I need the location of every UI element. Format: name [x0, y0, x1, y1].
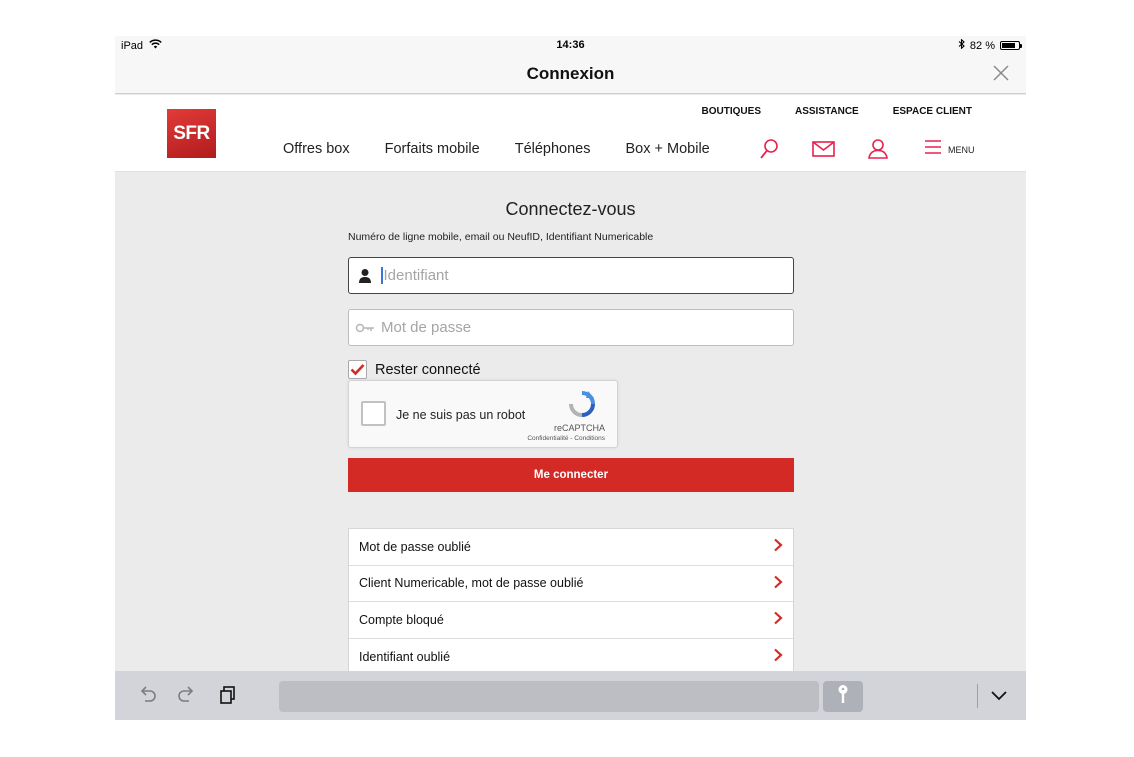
recaptcha-legal[interactable]: Confidentialité - Conditions	[527, 435, 605, 442]
remember-checkbox[interactable]	[348, 360, 367, 379]
recaptcha-logo-icon	[567, 389, 597, 419]
battery-level	[1002, 43, 1016, 48]
password-field[interactable]: Mot de passe	[348, 309, 794, 346]
link-forgot-identifier[interactable]: Identifiant oublié	[349, 639, 793, 676]
link-numericable-password[interactable]: Client Numericable, mot de passe oublié	[349, 566, 793, 602]
nav-box-mobile[interactable]: Box + Mobile	[626, 141, 710, 157]
person-icon	[349, 268, 381, 284]
help-links: Mot de passe oublié Client Numericable, …	[348, 528, 794, 676]
recaptcha-widget: Je ne suis pas un robot reCAPTCHA Confid…	[348, 380, 618, 448]
link-boutiques[interactable]: BOUTIQUES	[702, 106, 761, 117]
chevron-right-icon	[773, 575, 783, 592]
recaptcha-label: Je ne suis pas un robot	[396, 408, 526, 422]
search-icon[interactable]	[757, 137, 781, 161]
title-bar: Connexion	[115, 56, 1026, 94]
chevron-right-icon	[773, 538, 783, 555]
sfr-logo[interactable]: SFR	[167, 109, 216, 158]
list-item-label: Client Numericable, mot de passe oublié	[359, 576, 584, 591]
battery-icon	[1000, 41, 1022, 50]
text-caret	[381, 267, 383, 284]
remember-me[interactable]: Rester connecté	[348, 360, 481, 379]
user-icon[interactable]	[866, 137, 890, 161]
nav-telephones[interactable]: Téléphones	[515, 141, 591, 157]
nav-offres-box[interactable]: Offres box	[283, 141, 350, 157]
login-hint: Numéro de ligne mobile, email ou NeufID,…	[348, 231, 654, 243]
bluetooth-icon	[958, 38, 965, 52]
chevron-right-icon	[773, 648, 783, 665]
link-account-blocked[interactable]: Compte bloqué	[349, 602, 793, 639]
list-item-label: Compte bloqué	[359, 612, 444, 627]
main-nav: Offres box Forfaits mobile Téléphones Bo…	[283, 141, 710, 157]
identifier-field[interactable]: Identifiant	[348, 257, 794, 294]
password-placeholder: Mot de passe	[381, 319, 472, 336]
recaptcha-brand: reCAPTCHA	[553, 423, 605, 433]
link-forgot-password[interactable]: Mot de passe oublié	[349, 529, 793, 566]
login-heading: Connectez-vous	[505, 199, 636, 219]
menu-icon	[924, 139, 942, 160]
chevron-right-icon	[773, 611, 783, 628]
divider	[977, 684, 978, 708]
menu-label: MENU	[948, 144, 975, 155]
list-item-label: Mot de passe oublié	[359, 539, 471, 554]
ipad-screen: iPad 14:36 82 % Connexion SFR BOUTIQUES …	[115, 36, 1026, 720]
link-assistance[interactable]: ASSISTANCE	[795, 106, 859, 117]
redo-icon[interactable]	[175, 683, 199, 707]
chevron-down-icon[interactable]	[987, 683, 1011, 707]
status-bar: iPad 14:36 82 %	[115, 36, 1026, 56]
top-links: BOUTIQUES ASSISTANCE ESPACE CLIENT	[702, 106, 972, 117]
login-button[interactable]: Me connecter	[348, 458, 794, 492]
clock: 14:36	[556, 39, 585, 51]
page-title: Connexion	[526, 64, 615, 83]
key-icon	[837, 684, 849, 709]
list-item-label: Identifiant oublié	[359, 649, 451, 664]
password-key-button[interactable]	[823, 681, 863, 712]
site-header: SFR BOUTIQUES ASSISTANCE ESPACE CLIENT O…	[115, 95, 1026, 172]
battery-percent: 82 %	[969, 39, 995, 52]
identifier-placeholder: Identifiant	[383, 267, 449, 284]
undo-icon[interactable]	[135, 683, 159, 707]
paste-icon[interactable]	[216, 683, 240, 707]
remember-label: Rester connecté	[375, 361, 481, 378]
key-icon	[349, 323, 381, 333]
nav-forfaits-mobile[interactable]: Forfaits mobile	[385, 141, 480, 157]
link-espace-client[interactable]: ESPACE CLIENT	[893, 106, 972, 117]
mail-icon[interactable]	[811, 137, 837, 161]
close-icon[interactable]	[992, 64, 1010, 82]
suggestion-bar[interactable]	[279, 681, 819, 712]
recaptcha-checkbox[interactable]	[361, 401, 386, 426]
menu-button[interactable]: MENU	[924, 139, 975, 160]
login-section: Connectez-vous Numéro de ligne mobile, e…	[115, 173, 1026, 676]
keyboard-assistant-bar	[115, 671, 1026, 720]
